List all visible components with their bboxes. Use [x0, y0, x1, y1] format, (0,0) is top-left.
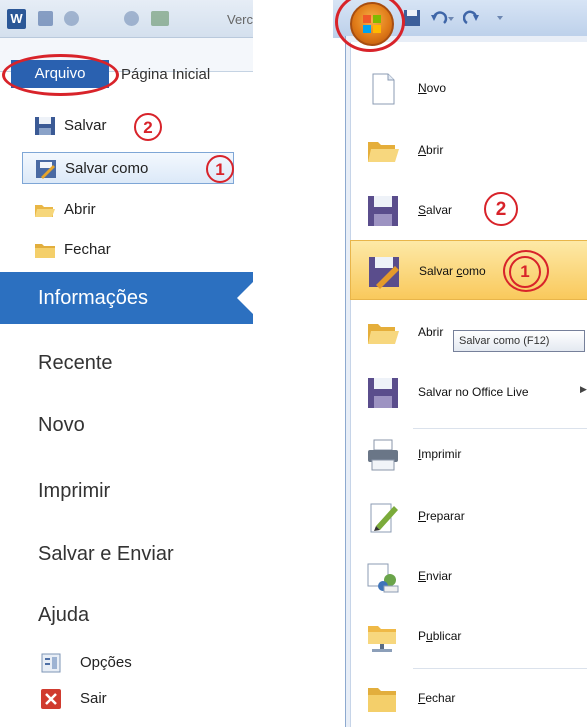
backstage-tab-novo[interactable]: Novo	[0, 399, 253, 451]
backstage-tab-salvar-e-enviar[interactable]: Salvar e Enviar	[0, 528, 253, 580]
annotation-ellipse	[503, 250, 549, 292]
menu-item-sair[interactable]: Sair	[40, 684, 107, 714]
submenu-arrow-icon: ▶	[580, 384, 587, 394]
annotation-number: 2	[134, 113, 162, 141]
word-2007-office-menu-panel: Novo Abrir Salvar 2 Salvar como ▶ 1 Abri…	[333, 0, 587, 727]
save-icon	[368, 196, 398, 226]
save-icon[interactable]	[403, 9, 421, 27]
menu-item-fechar[interactable]: Fechar	[350, 668, 587, 727]
open-folder-icon	[368, 324, 399, 344]
menu-item-label: Preparar	[418, 509, 465, 523]
save-icon	[368, 378, 398, 408]
menu-item-label: Fechar	[418, 691, 456, 705]
menu-item-abrir[interactable]: Abrir	[350, 120, 587, 180]
redo-icon[interactable]	[124, 11, 139, 26]
menu-item-salvar[interactable]: Salvar	[350, 180, 587, 240]
options-icon	[41, 653, 61, 673]
menu-item-label: Salvar como	[419, 264, 486, 278]
backstage-menu: Salvar 2 Salvar como 1 Abrir Fechar Info…	[0, 100, 253, 727]
menu-item-label: Novo	[418, 81, 447, 95]
menu-item-salvar-como[interactable]: Salvar como ▶	[350, 240, 587, 300]
menu-item-abrir[interactable]: Abrir	[22, 194, 234, 226]
save-as-icon	[369, 257, 399, 289]
close-folder-icon	[35, 244, 55, 258]
undo-icon[interactable]	[64, 11, 79, 26]
prepare-icon	[370, 503, 398, 533]
close-folder-icon	[368, 688, 396, 712]
undo-icon[interactable]	[430, 9, 456, 27]
menu-item-label: Publicar	[418, 629, 462, 643]
customize-icon[interactable]	[151, 11, 169, 26]
annotation-ellipse	[2, 54, 119, 96]
menu-item-novo[interactable]: Novo	[350, 58, 587, 118]
menu-item-label: Imprimir	[418, 447, 462, 461]
menu-item-fechar[interactable]: Fechar	[22, 234, 234, 266]
menu-item-label: Salvar no Office Live	[418, 385, 529, 399]
menu-item-label: Abrir	[64, 201, 96, 218]
menu-item-opcoes[interactable]: Opções	[40, 648, 132, 678]
annotation-number: 2	[484, 192, 518, 226]
tab-pagina-inicial[interactable]: Página Inicial	[121, 66, 210, 83]
open-folder-icon	[368, 142, 399, 162]
menu-item-label: Enviar	[418, 569, 453, 583]
menu-item-preparar[interactable]: Preparar ▶	[350, 486, 587, 546]
menu-item-salvar[interactable]: Salvar	[22, 110, 234, 142]
menu-item-label: Opções	[80, 654, 132, 671]
menu-item-label: Abrir	[418, 325, 444, 339]
send-icon	[367, 563, 399, 593]
open-folder-icon	[35, 205, 55, 217]
menu-item-label: Abrir	[418, 143, 444, 157]
menu-item-salvar-como[interactable]: Salvar como	[22, 152, 234, 184]
menu-item-label: Fechar	[64, 241, 111, 258]
menu-item-enviar[interactable]: Enviar ▶	[350, 546, 587, 606]
new-document-icon	[372, 73, 395, 105]
menu-item-salvar-office-live[interactable]: Salvar no Office Live ▶	[350, 362, 587, 422]
annotation-number: 1	[206, 155, 234, 183]
menu-item-publicar[interactable]: Publicar ▶	[350, 606, 587, 666]
save-icon	[35, 117, 55, 135]
backstage-tab-imprimir[interactable]: Imprimir	[0, 465, 253, 517]
menu-item-label: Salvar	[64, 117, 107, 134]
redo-icon[interactable]	[463, 9, 481, 27]
customize-quick-access-icon[interactable]	[495, 9, 505, 27]
save-icon[interactable]	[38, 11, 53, 26]
tooltip: Salvar como (F12)	[453, 330, 585, 352]
menu-item-label: Sair	[80, 690, 107, 707]
menu-item-label: Salvar como	[65, 160, 149, 177]
menu-item-imprimir[interactable]: Imprimir ▶	[350, 424, 587, 484]
exit-icon	[41, 689, 61, 709]
backstage-tab-recente[interactable]: Recente	[0, 337, 253, 389]
backstage-tab-informacoes[interactable]: Informações	[0, 272, 253, 324]
save-as-icon	[36, 160, 56, 179]
window-title: Verc	[227, 12, 253, 27]
printer-icon	[368, 439, 398, 471]
publish-icon	[368, 626, 396, 652]
quick-access-toolbar: W Verc	[0, 0, 253, 38]
menu-item-label: Salvar	[418, 203, 453, 217]
word-logo-icon: W	[7, 9, 26, 29]
backstage-tab-ajuda[interactable]: Ajuda	[0, 589, 253, 641]
word-2010-backstage-panel: W Verc Arquivo Página Inicial Salvar 2 S…	[0, 0, 253, 727]
